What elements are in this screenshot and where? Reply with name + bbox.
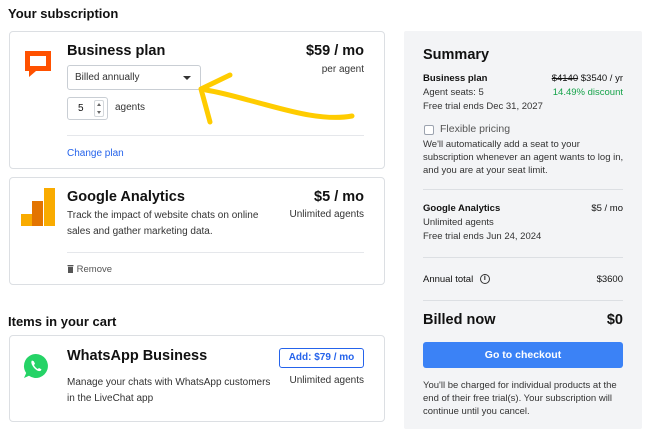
agents-stepper[interactable]: 5 — [67, 97, 108, 120]
billing-period-value: Billed annually — [75, 72, 140, 83]
google-analytics-card: Google Analytics $5 / mo Unlimited agent… — [9, 177, 385, 285]
add-whatsapp-button[interactable]: Add: $79 / mo — [279, 348, 364, 368]
billed-now-label: Billed now — [423, 312, 496, 328]
whatsapp-price-sub: Unlimited agents — [289, 375, 364, 386]
whatsapp-icon — [23, 353, 48, 378]
summary-agent-seats: Agent seats: 5 — [423, 87, 484, 98]
info-icon[interactable]: i — [479, 274, 490, 285]
summary-ga-agents: Unlimited agents — [423, 217, 494, 228]
divider — [67, 135, 364, 136]
business-plan-title: Business plan — [67, 43, 166, 59]
section-title-subscription: Your subscription — [8, 6, 119, 21]
whatsapp-description: Manage your chats with WhatsApp customer… — [67, 377, 271, 404]
summary-ga-price: $5 / mo — [591, 203, 623, 214]
billed-now-value: $0 — [606, 312, 623, 328]
google-analytics-price-sub: Unlimited agents — [289, 209, 364, 220]
summary-trial: Free trial ends Dec 31, 2027 — [423, 101, 543, 112]
decrement-icon[interactable] — [97, 111, 101, 114]
chat-bubble-logo-icon — [25, 51, 51, 77]
flexible-pricing-checkbox[interactable] — [424, 125, 434, 135]
billing-period-select[interactable]: Billed annually — [67, 65, 201, 90]
whatsapp-title: WhatsApp Business — [67, 348, 208, 364]
google-analytics-title: Google Analytics — [67, 189, 185, 205]
divider — [423, 257, 623, 258]
google-analytics-description: Track the impact of website chats on onl… — [67, 210, 259, 237]
annual-total-value: $3600 — [596, 274, 623, 285]
checkout-footer-note: You'll be charged for individual product… — [423, 380, 617, 417]
stepper-buttons — [94, 100, 104, 117]
annual-total-text: Annual total — [423, 274, 474, 285]
divider — [67, 252, 364, 253]
google-analytics-price: $5 / mo — [314, 189, 364, 205]
whatsapp-card: WhatsApp Business Add: $79 / mo Unlimite… — [9, 335, 385, 422]
summary-discount: 14.49% discount — [552, 87, 623, 98]
trash-icon — [67, 265, 74, 273]
summary-plan-price: $4140 $3540 / yr — [552, 73, 623, 84]
google-analytics-icon — [21, 188, 55, 226]
remove-button[interactable]: Remove — [67, 264, 112, 275]
flexible-pricing-description: We'll automatically add a seat to your s… — [423, 139, 624, 176]
summary-plan-name: Business plan — [423, 73, 488, 84]
increment-icon[interactable] — [97, 103, 101, 106]
new-price: $3540 / yr — [580, 73, 623, 84]
agents-label: agents — [115, 102, 146, 113]
annual-total-label: Annual total i — [423, 274, 490, 285]
agents-value: 5 — [78, 103, 84, 114]
summary-ga-name: Google Analytics — [423, 203, 501, 214]
remove-label: Remove — [76, 264, 113, 275]
old-price: $4140 — [551, 73, 579, 84]
divider — [423, 300, 623, 301]
business-plan-price: $59 / mo — [305, 43, 364, 59]
summary-title: Summary — [423, 47, 490, 63]
section-title-cart: Items in your cart — [8, 314, 117, 329]
annotation-arrow-icon — [198, 72, 355, 125]
summary-ga-trial: Free trial ends Jun 24, 2024 — [423, 231, 542, 242]
change-plan-link[interactable]: Change plan — [67, 148, 124, 159]
summary-panel: Summary Business plan $4140 $3540 / yr A… — [404, 31, 642, 429]
flexible-pricing-label[interactable]: Flexible pricing — [440, 123, 510, 135]
checkout-button[interactable]: Go to checkout — [423, 342, 623, 368]
divider — [423, 189, 623, 190]
